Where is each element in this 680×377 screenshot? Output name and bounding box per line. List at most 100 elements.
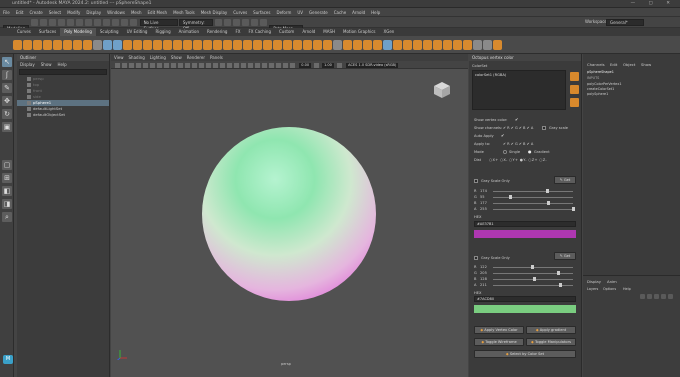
gamma-field[interactable]: 1.00: [322, 62, 334, 68]
soften-edge-icon[interactable]: [413, 40, 422, 50]
render-settings-icon[interactable]: [233, 19, 241, 26]
color2-a-value[interactable]: 211: [480, 283, 487, 287]
wedge-icon[interactable]: [303, 40, 312, 50]
color1-gray-scale-checkbox[interactable]: [474, 179, 478, 183]
super-shape-icon[interactable]: [93, 40, 102, 50]
xray-components-icon[interactable]: [283, 62, 288, 68]
triangulate-icon[interactable]: [363, 40, 372, 50]
cb-input-item[interactable]: createColorSet1: [587, 87, 614, 91]
new-scene-icon[interactable]: [31, 19, 39, 26]
color2-hex-field[interactable]: #7ACD80: [474, 296, 576, 302]
vp-menu-renderer[interactable]: Renderer: [187, 55, 205, 60]
tab-custom[interactable]: Custom: [275, 28, 298, 36]
mode-single-radio[interactable]: [503, 150, 507, 154]
vp-menu-lighting[interactable]: Lighting: [150, 55, 166, 60]
menu-modify[interactable]: Modify: [64, 8, 83, 17]
color2-g-slider[interactable]: [493, 273, 573, 274]
snap-curve-icon[interactable]: [112, 19, 120, 26]
mode-gradient-radio[interactable]: ●: [528, 149, 532, 154]
depth-of-field-icon[interactable]: [255, 62, 260, 68]
safe-action-icon[interactable]: [171, 62, 176, 68]
apply-vertex-color-button[interactable]: ◆ Apply Vertex Color: [474, 326, 524, 334]
color2-a-handle[interactable]: [559, 283, 562, 287]
isolate-select-icon[interactable]: [262, 62, 267, 68]
snap-grid-icon[interactable]: [103, 19, 111, 26]
smooth-icon[interactable]: [123, 40, 132, 50]
append-polygon-icon[interactable]: [253, 40, 262, 50]
color1-a-slider[interactable]: [493, 209, 573, 210]
tab-fx[interactable]: FX: [231, 28, 244, 36]
delete-history-icon[interactable]: [483, 40, 492, 50]
menu-display[interactable]: Display: [83, 8, 104, 17]
apply-gradient-button[interactable]: ◆ Apply gradient: [526, 326, 576, 334]
lasso-tool-icon[interactable]: ʃ: [2, 70, 12, 80]
color2-gray-scale-checkbox[interactable]: [474, 256, 478, 260]
color2-g-value[interactable]: 205: [480, 271, 487, 275]
move-tool-icon[interactable]: ✥: [2, 96, 12, 106]
select-tool-icon[interactable]: ↖: [2, 57, 12, 67]
rename-colorset-icon[interactable]: [570, 85, 579, 94]
color1-hex-field[interactable]: #AE37B1: [474, 221, 576, 227]
cb-input-item[interactable]: polySphere1: [587, 92, 608, 96]
planar-map-icon[interactable]: [393, 40, 402, 50]
outliner-menu-display[interactable]: Display: [20, 62, 35, 67]
circularize-icon[interactable]: [313, 40, 322, 50]
xray-joints-icon[interactable]: [276, 62, 281, 68]
octopus-shelf-icon[interactable]: [493, 40, 502, 50]
quad-draw-icon[interactable]: [263, 40, 272, 50]
open-scene-icon[interactable]: [40, 19, 48, 26]
show-vertex-color-checkbox[interactable]: ✔: [515, 117, 518, 122]
color1-a-value[interactable]: 255: [480, 207, 487, 211]
slide-edge-icon[interactable]: [273, 40, 282, 50]
wireframe-on-shaded-icon[interactable]: [206, 62, 211, 68]
menu-mesh-display[interactable]: Mesh Display: [198, 8, 231, 17]
separate-icon[interactable]: [113, 40, 122, 50]
arnold-ipr-icon[interactable]: [260, 19, 268, 26]
show-channels-checkboxes[interactable]: ✔ R ✔ G ✔ B ✔ A: [503, 126, 533, 130]
delete-edge-icon[interactable]: [333, 40, 342, 50]
tab-curves[interactable]: Curves: [13, 28, 35, 36]
poly-cube-icon[interactable]: [23, 40, 32, 50]
center-pivot-icon[interactable]: [463, 40, 472, 50]
extrude-icon[interactable]: [153, 40, 162, 50]
ipr-icon[interactable]: [224, 19, 232, 26]
menu-generate[interactable]: Generate: [306, 8, 331, 17]
poke-icon[interactable]: [293, 40, 302, 50]
new-layer-selected-icon[interactable]: [661, 294, 666, 299]
quadrangulate-icon[interactable]: [373, 40, 382, 50]
gamma-icon[interactable]: [314, 62, 320, 68]
add-colorset-icon[interactable]: [570, 72, 579, 81]
gate-mask-icon[interactable]: [157, 62, 162, 68]
extract-icon[interactable]: [343, 40, 352, 50]
shadows-icon[interactable]: [227, 62, 232, 68]
menu-uv[interactable]: UV: [294, 8, 306, 17]
wireframe-icon[interactable]: [185, 62, 190, 68]
four-view-icon[interactable]: ⊞: [2, 173, 12, 183]
save-scene-icon[interactable]: [49, 19, 57, 26]
vp-menu-view[interactable]: View: [114, 55, 124, 60]
poly-cone-icon[interactable]: [43, 40, 52, 50]
tab-sculpting[interactable]: Sculpting: [96, 28, 123, 36]
workspace-dropdown[interactable]: General*: [606, 19, 644, 26]
combine-icon[interactable]: [103, 40, 112, 50]
tab-mash[interactable]: MASH: [319, 28, 339, 36]
select-hierarchy-icon[interactable]: [76, 19, 84, 26]
tab-motion-graphics[interactable]: Motion Graphics: [339, 28, 380, 36]
poly-torus-icon[interactable]: [53, 40, 62, 50]
ambient-occlusion-icon[interactable]: [234, 62, 239, 68]
menu-edit-mesh[interactable]: Edit Mesh: [145, 8, 171, 17]
viewport-panel[interactable]: View Shading Lighting Show Renderer Panels 0.…: [111, 54, 468, 377]
color2-b-handle[interactable]: [533, 277, 536, 281]
bridge-icon[interactable]: [163, 40, 172, 50]
vp-menu-show[interactable]: Show: [171, 55, 182, 60]
poly-sphere-icon[interactable]: [13, 40, 22, 50]
resolution-gate-icon[interactable]: [150, 62, 155, 68]
camera-attr-icon[interactable]: [115, 62, 120, 68]
color1-g-handle[interactable]: [509, 195, 512, 199]
cb-input-item[interactable]: polyColorPerVertex1: [587, 82, 622, 86]
menu-curves[interactable]: Curves: [230, 8, 250, 17]
layer-tab-anim[interactable]: Anim: [607, 279, 617, 284]
menu-mesh-tools[interactable]: Mesh Tools: [170, 8, 198, 17]
colorset-list[interactable]: colorSet1 (RGBA): [472, 70, 566, 110]
paint-select-icon[interactable]: ✎: [2, 83, 12, 93]
